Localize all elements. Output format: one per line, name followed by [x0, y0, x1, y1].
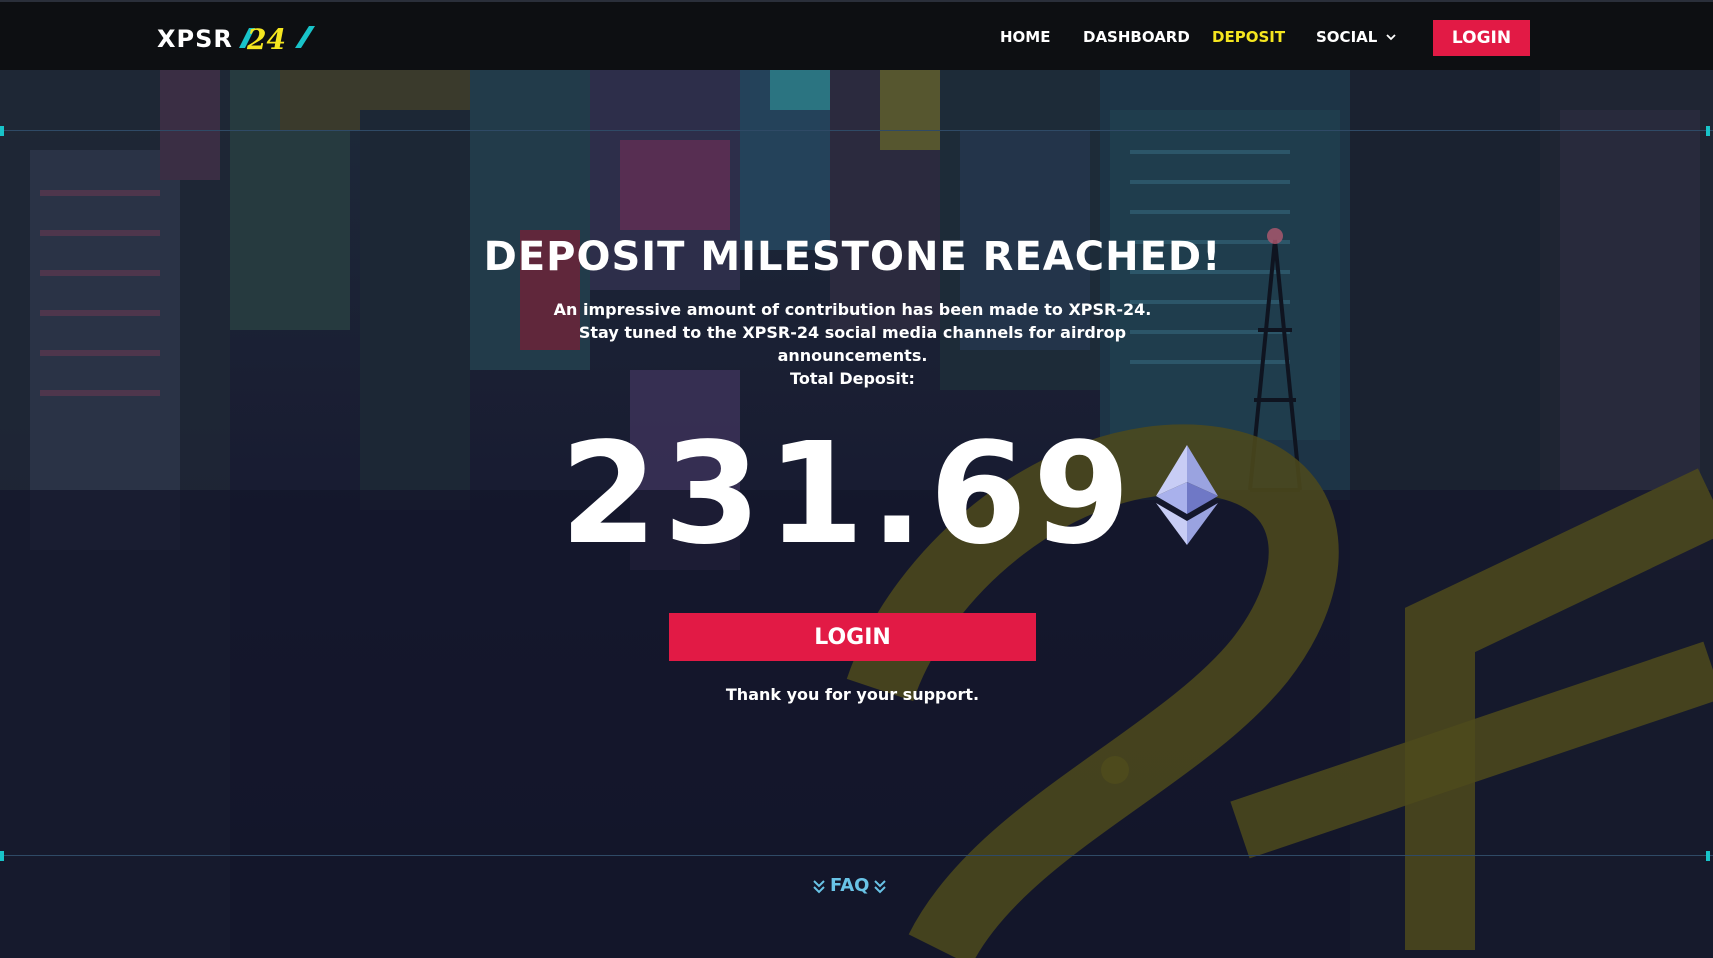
nav-dashboard[interactable]: DASHBOARD: [1083, 28, 1190, 46]
double-chevron-down-icon: [874, 879, 887, 893]
brand-mark-icon: 24: [238, 23, 315, 56]
thank-you-message: Thank you for your support.: [725, 685, 980, 704]
frame-marker: [0, 851, 4, 861]
nav-deposit[interactable]: DEPOSIT: [1212, 28, 1285, 46]
nav-home[interactable]: HOME: [1000, 28, 1050, 46]
page-title: DEPOSIT MILESTONE REACHED!: [483, 234, 1222, 280]
login-button[interactable]: LOGIN: [669, 613, 1036, 661]
frame-marker: [1706, 126, 1710, 136]
hero-description: An impressive amount of contribution has…: [553, 300, 1152, 365]
nav-social[interactable]: SOCIAL: [1316, 28, 1397, 46]
ethereum-icon: [1156, 445, 1219, 545]
brand-logo[interactable]: XPSR 24: [157, 22, 317, 56]
double-chevron-down-icon: [813, 879, 825, 893]
brand-mark-text: 24: [246, 23, 286, 56]
frame-line-bottom: [0, 855, 1713, 856]
faq-label: FAQ: [830, 875, 870, 896]
brand-name: XPSR: [157, 25, 233, 53]
total-deposit-value: 231.69: [560, 413, 1137, 576]
total-deposit-label: Total Deposit:: [790, 369, 915, 388]
nav-login-button[interactable]: LOGIN: [1433, 20, 1530, 56]
total-deposit-display: 231.69: [560, 413, 1219, 576]
frame-marker: [0, 126, 4, 136]
faq-link[interactable]: FAQ: [812, 875, 887, 896]
frame-line-top: [0, 130, 1713, 131]
nav-social-label: SOCIAL: [1316, 28, 1378, 46]
frame-marker: [1706, 851, 1710, 861]
chevron-down-icon: [1386, 34, 1396, 41]
top-navbar: XPSR 24 HOME DASHBOARD DEPOSIT SOCIAL LO…: [0, 0, 1713, 70]
